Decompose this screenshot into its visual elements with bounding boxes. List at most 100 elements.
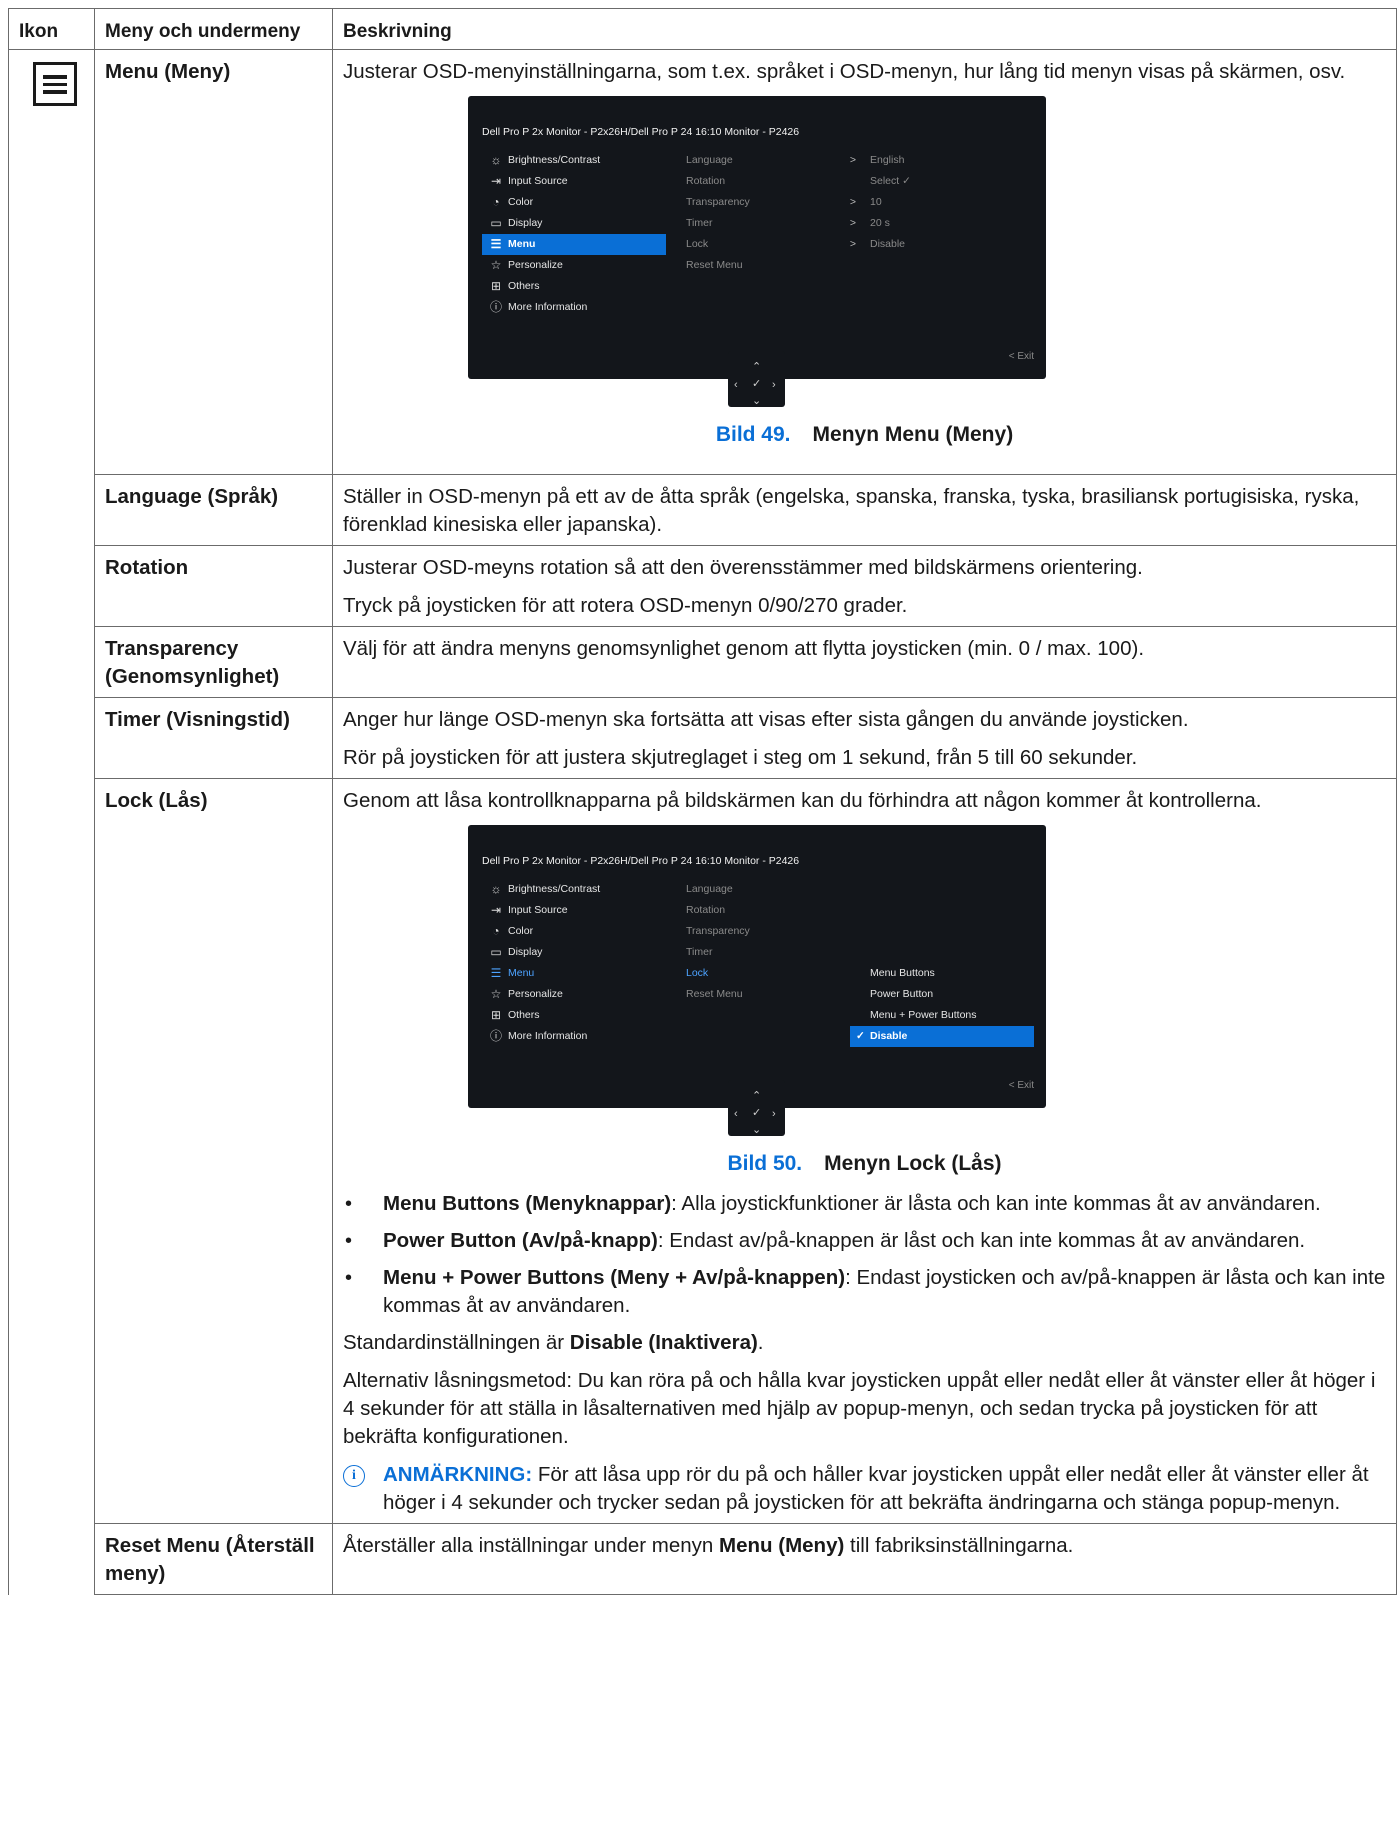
chevron-right-icon: >	[849, 154, 856, 166]
osd-value-lock: Disable	[870, 238, 906, 250]
osd-sub-timer[interactable]: Timer >	[686, 213, 856, 234]
osd-item-others[interactable]: ⊞ Others	[482, 1005, 666, 1026]
osd-value-transparency: 10	[870, 196, 882, 208]
menu-description: Justerar OSD-menyinställningarna, som t.…	[343, 60, 1346, 83]
osd-sub-lock[interactable]: Lock	[686, 963, 856, 984]
list-item: Menu Buttons (Menyknappar): Alla joystic…	[343, 1190, 1386, 1218]
osd-item-personalize[interactable]: ☆ Personalize	[482, 255, 666, 276]
osd-item-menu[interactable]: ☰ Menu	[482, 963, 666, 984]
osd-title: Dell Pro P 2x Monitor - P2x26H/Dell Pro …	[482, 855, 800, 867]
osd-title: Dell Pro P 2x Monitor - P2x26H/Dell Pro …	[482, 126, 800, 138]
sun-icon: ☼	[490, 153, 502, 167]
table-row-transparency: Transparency (Genomsynlighet) Välj för a…	[9, 626, 1397, 698]
note-label: ANMÄRKNING:	[383, 1463, 533, 1486]
timer-description-1: Anger hur länge OSD-menyn ska fortsätta …	[343, 708, 1189, 731]
star-icon: ☆	[490, 987, 502, 1001]
list-item: Menu + Power Buttons (Meny + Av/på-knapp…	[343, 1264, 1386, 1320]
osd-item-brightness[interactable]: ☼ Brightness/Contrast	[482, 879, 666, 900]
table-row-menu: Menu (Meny) Justerar OSD-menyinställning…	[8, 49, 1397, 1595]
osd-lock-menu-buttons[interactable]: Menu Buttons	[850, 963, 1034, 984]
list-item: Power Button (Av/på-knapp): Endast av/på…	[343, 1227, 1386, 1255]
menu-icon: ☰	[490, 966, 502, 980]
osd-sub-lock[interactable]: Lock >	[686, 234, 856, 255]
osd-submenu: Language Rotation Transparency Timer Loc…	[686, 879, 856, 1005]
osd-item-input-source[interactable]: ⇥ Input Source	[482, 900, 666, 921]
lock-description: Genom att låsa kontrollknapparna på bild…	[343, 789, 1262, 812]
palette-icon: ◔	[492, 924, 500, 938]
osd-item-more-information[interactable]: ⓘ More Information	[482, 1026, 666, 1047]
joystick-control[interactable]: ⌃ ‹ ✓ › ⌄	[728, 1080, 785, 1136]
osd-screen: Dell Pro P 2x Monitor - P2x26H/Dell Pro …	[468, 825, 1046, 1108]
osd-sub-language[interactable]: Language >	[686, 150, 856, 171]
input-icon: ⇥	[490, 174, 502, 188]
osd-figure-menu: Dell Pro P 2x Monitor - P2x26H/Dell Pro …	[343, 96, 1386, 407]
menu-description-cell: Justerar OSD-menyinställningarna, som t.…	[332, 49, 1397, 475]
osd-submenu: Language > Rotation Transparency > Timer > …	[686, 150, 856, 276]
lock-alternative-method: Alternativ låsningsmetod: Du kan röra på…	[343, 1369, 1376, 1448]
osd-lock-disable[interactable]: ✓ Disable	[850, 1026, 1034, 1047]
osd-lock-menu-power-buttons[interactable]: Menu + Power Buttons	[850, 1005, 1034, 1026]
osd-item-display[interactable]: ▭ Display	[482, 942, 666, 963]
header-menu: Meny och undermeny	[94, 8, 333, 50]
table-row-language: Language (Språk) Ställer in OSD-menyn på…	[9, 474, 1397, 546]
chevron-right-icon: >	[849, 238, 856, 250]
osd-sub-timer[interactable]: Timer	[686, 942, 856, 963]
osd-item-personalize[interactable]: ☆ Personalize	[482, 984, 666, 1005]
table-header-row: Ikon Meny och undermeny Beskrivning	[8, 8, 1397, 50]
rotation-description-1: Justerar OSD-meyns rotation så att den ö…	[343, 556, 1143, 579]
monitor-icon: ▭	[490, 945, 502, 959]
osd-exit-button[interactable]: < Exit	[1009, 343, 1034, 371]
transparency-description: Välj för att ändra menyns genomsynlighet…	[332, 626, 1397, 698]
osd-figure-lock: Dell Pro P 2x Monitor - P2x26H/Dell Pro …	[343, 825, 1386, 1136]
submenu-rotation-label: Rotation	[94, 545, 333, 627]
header-icon: Ikon	[8, 8, 95, 50]
star-icon: ☆	[490, 258, 502, 272]
osd-exit-button[interactable]: < Exit	[1009, 1072, 1034, 1100]
osd-value-timer: 20 s	[870, 217, 890, 229]
chevron-right-icon: ›	[772, 1108, 776, 1120]
osd-item-display[interactable]: ▭ Display	[482, 213, 666, 234]
osd-sub-transparency[interactable]: Transparency	[686, 921, 856, 942]
osd-item-brightness[interactable]: ☼ Brightness/Contrast	[482, 150, 666, 171]
timer-description-2: Rör på joysticken för att justera skjutr…	[343, 746, 1138, 769]
osd-item-color[interactable]: ◔ Color	[482, 921, 666, 942]
submenu-reset-menu-label: Reset Menu (Återställ meny)	[94, 1523, 333, 1595]
submenu-timer-label: Timer (Visningstid)	[94, 697, 333, 779]
header-description: Beskrivning	[332, 8, 1397, 50]
osd-item-more-information[interactable]: ⓘ More Information	[482, 297, 666, 318]
info-icon: i	[343, 1465, 365, 1487]
osd-item-menu[interactable]: ☰ Menu	[482, 234, 666, 255]
joystick-control[interactable]: ⌃ ‹ ✓ › ⌄	[728, 351, 785, 407]
submenu-menu-label: Menu (Meny)	[94, 49, 333, 475]
osd-screen: Dell Pro P 2x Monitor - P2x26H/Dell Pro …	[468, 96, 1046, 379]
osd-sub-rotation[interactable]: Rotation	[686, 171, 856, 192]
table-row-lock: Lock (Lås) Genom att låsa kontrollknappa…	[9, 778, 1397, 1524]
note-block: i ANMÄRKNING: För att låsa upp rör du på…	[343, 1461, 1386, 1517]
osd-sub-transparency[interactable]: Transparency >	[686, 192, 856, 213]
osd-sub-language[interactable]: Language	[686, 879, 856, 900]
osd-item-color[interactable]: ◔ Color	[482, 192, 666, 213]
others-icon: ⊞	[490, 279, 502, 293]
monitor-icon: ▭	[490, 216, 502, 230]
chevron-down-icon: ⌄	[752, 395, 762, 407]
table-row-timer: Timer (Visningstid) Anger hur länge OSD-…	[9, 697, 1397, 779]
chevron-right-icon: >	[849, 196, 856, 208]
osd-sub-reset-menu[interactable]: Reset Menu	[686, 984, 856, 1005]
osd-value-rotation: Select ✓	[870, 175, 911, 187]
osd-lock-power-button[interactable]: Power Button	[850, 984, 1034, 1005]
osd-item-input-source[interactable]: ⇥ Input Source	[482, 171, 666, 192]
icon-cell	[8, 49, 95, 1595]
chevron-down-icon: ⌄	[752, 1124, 762, 1136]
menu-icon	[33, 62, 77, 106]
language-description: Ställer in OSD-menyn på ett av de åtta s…	[332, 474, 1397, 546]
osd-sub-reset-menu[interactable]: Reset Menu	[686, 255, 856, 276]
reset-menu-description: Återställer alla inställningar under men…	[332, 1523, 1397, 1595]
osd-item-others[interactable]: ⊞ Others	[482, 276, 666, 297]
info-icon: ⓘ	[489, 1029, 502, 1043]
osd-sub-rotation[interactable]: Rotation	[686, 900, 856, 921]
input-icon: ⇥	[490, 903, 502, 917]
sun-icon: ☼	[490, 882, 502, 896]
rotation-description-2: Tryck på joysticken för att rotera OSD-m…	[343, 594, 908, 617]
info-icon: ⓘ	[489, 300, 502, 314]
lock-description-cell: Genom att låsa kontrollknapparna på bild…	[332, 778, 1397, 1524]
